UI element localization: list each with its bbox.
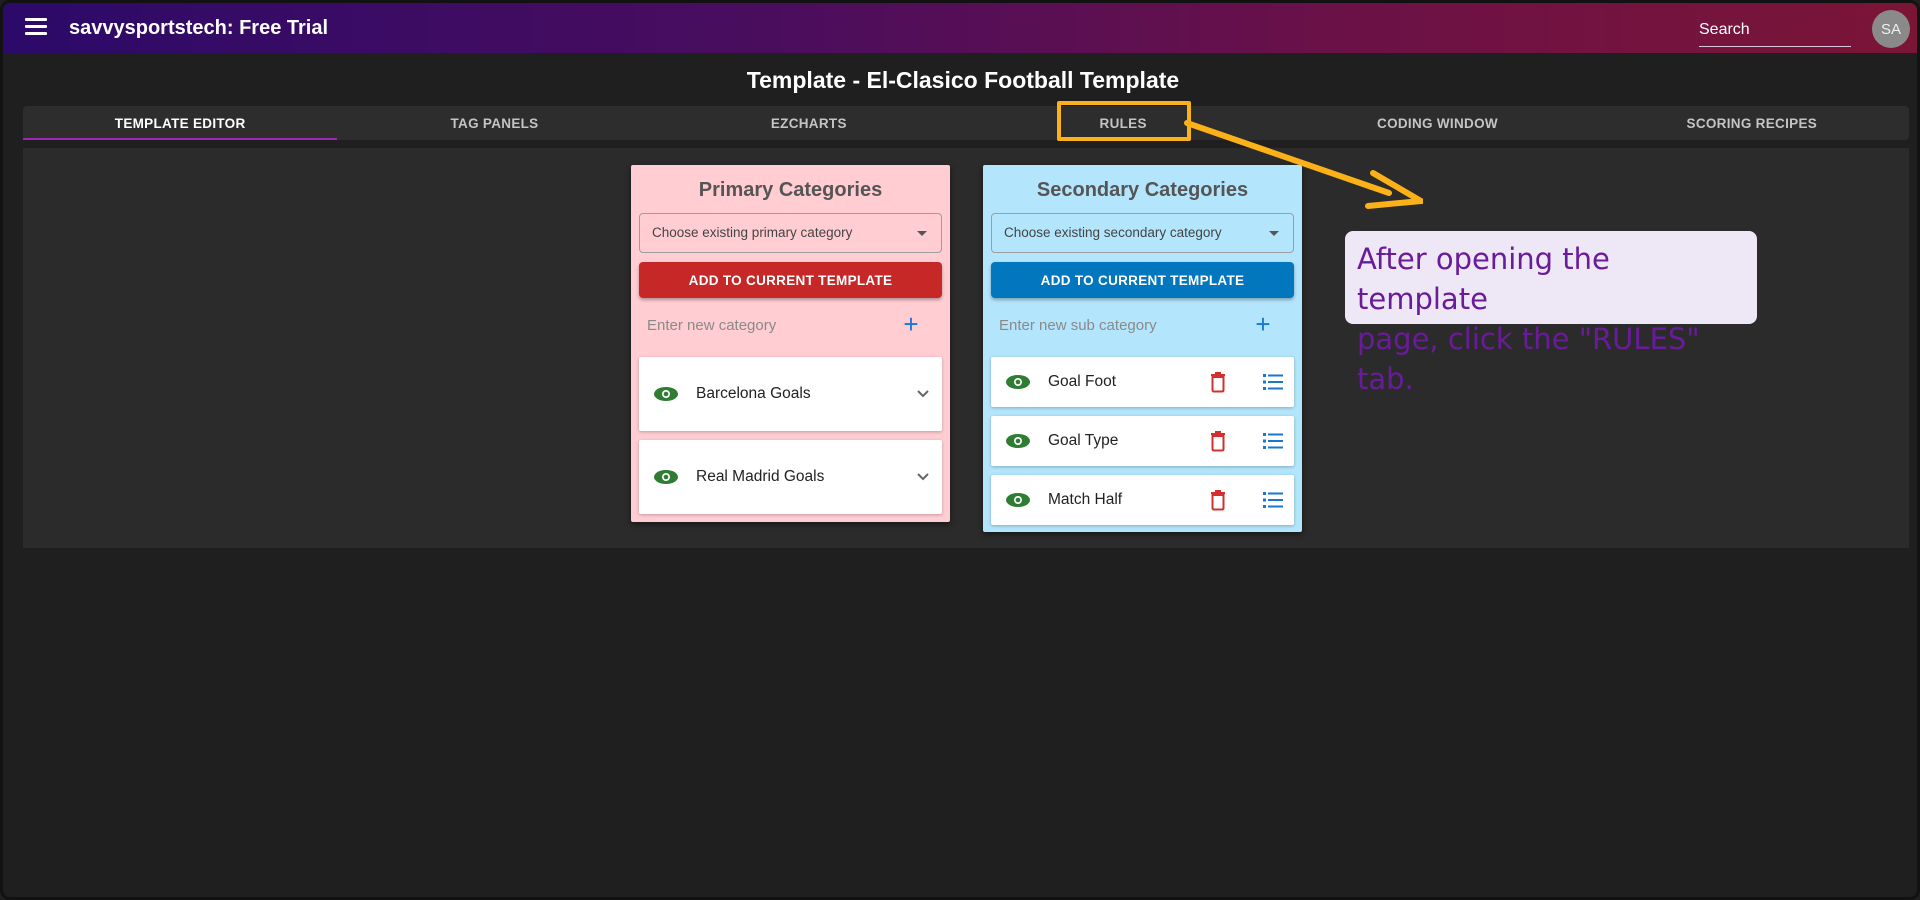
tab-tag-panels[interactable]: TAG PANELS <box>337 106 651 140</box>
delete-trash-icon[interactable] <box>1208 489 1228 511</box>
secondary-category-select[interactable]: Choose existing secondary category <box>991 213 1294 253</box>
callout-line-1: After opening the template <box>1357 242 1610 316</box>
primary-select-placeholder: Choose existing primary category <box>652 225 853 240</box>
secondary-category-label: Goal Type <box>1048 432 1119 449</box>
secondary-categories-card: Secondary Categories Choose existing sec… <box>983 165 1302 532</box>
new-sub-category-input[interactable] <box>991 309 1241 341</box>
tab-bar: TEMPLATE EDITOR TAG PANELS EZCHARTS RULE… <box>23 106 1909 140</box>
secondary-category-item[interactable]: Goal Type <box>991 416 1294 466</box>
primary-category-item[interactable]: Barcelona Goals <box>639 357 942 431</box>
secondary-category-label: Match Half <box>1048 491 1123 508</box>
primary-category-label: Real Madrid Goals <box>696 468 825 485</box>
primary-categories-title: Primary Categories <box>698 179 883 201</box>
primary-category-item[interactable]: Real Madrid Goals <box>639 440 942 514</box>
tab-template-editor[interactable]: TEMPLATE EDITOR <box>23 106 338 140</box>
secondary-category-item[interactable]: Match Half <box>991 475 1294 525</box>
chevron-down-icon[interactable] <box>916 387 930 401</box>
visibility-eye-icon[interactable] <box>653 469 679 485</box>
caret-down-icon <box>917 231 927 236</box>
instruction-callout: After opening the template page, click t… <box>1345 231 1757 396</box>
primary-category-label: Barcelona Goals <box>696 385 811 402</box>
caret-down-icon <box>1269 231 1279 236</box>
add-secondary-to-template-button[interactable]: ADD TO CURRENT TEMPLATE <box>991 262 1294 298</box>
visibility-eye-icon[interactable] <box>1005 492 1031 508</box>
annotation-arrow-icon <box>1184 120 1423 209</box>
delete-trash-icon[interactable] <box>1208 430 1228 452</box>
secondary-select-placeholder: Choose existing secondary category <box>1004 225 1222 240</box>
search-input[interactable] <box>1699 17 1851 39</box>
list-icon[interactable] <box>1263 491 1283 509</box>
rules-tab-highlight-box <box>1057 101 1191 141</box>
visibility-eye-icon[interactable] <box>653 386 679 402</box>
list-icon[interactable] <box>1263 373 1283 391</box>
avatar[interactable]: SA <box>1872 10 1910 48</box>
new-category-input[interactable] <box>639 309 889 341</box>
app-title: savvysportstech: Free Trial <box>69 17 329 39</box>
delete-trash-icon[interactable] <box>1208 371 1228 393</box>
chevron-down-icon[interactable] <box>916 470 930 484</box>
tab-scoring-recipes[interactable]: SCORING RECIPES <box>1595 106 1909 140</box>
secondary-category-item[interactable]: Goal Foot <box>991 357 1294 407</box>
visibility-eye-icon[interactable] <box>1005 433 1031 449</box>
primary-categories-card: Primary Categories Choose existing prima… <box>631 165 950 522</box>
tab-ezcharts[interactable]: EZCHARTS <box>652 106 966 140</box>
app-bar: savvysportstech: Free Trial SA <box>3 3 1917 53</box>
page-title: Template - El-Clasico Football Template <box>746 67 1180 93</box>
add-category-plus-icon[interactable]: + <box>896 311 926 338</box>
menu-icon[interactable] <box>25 18 47 36</box>
primary-category-select[interactable]: Choose existing primary category <box>639 213 942 253</box>
secondary-category-label: Goal Foot <box>1048 373 1117 390</box>
add-primary-to-template-button[interactable]: ADD TO CURRENT TEMPLATE <box>639 262 942 298</box>
visibility-eye-icon[interactable] <box>1005 374 1031 390</box>
app-window: savvysportstech: Free Trial SA Template … <box>0 0 1920 900</box>
add-sub-category-plus-icon[interactable]: + <box>1248 311 1278 338</box>
callout-line-2: page, click the "RULES" tab. <box>1357 322 1700 396</box>
search-field[interactable] <box>1699 17 1851 47</box>
list-icon[interactable] <box>1263 432 1283 450</box>
